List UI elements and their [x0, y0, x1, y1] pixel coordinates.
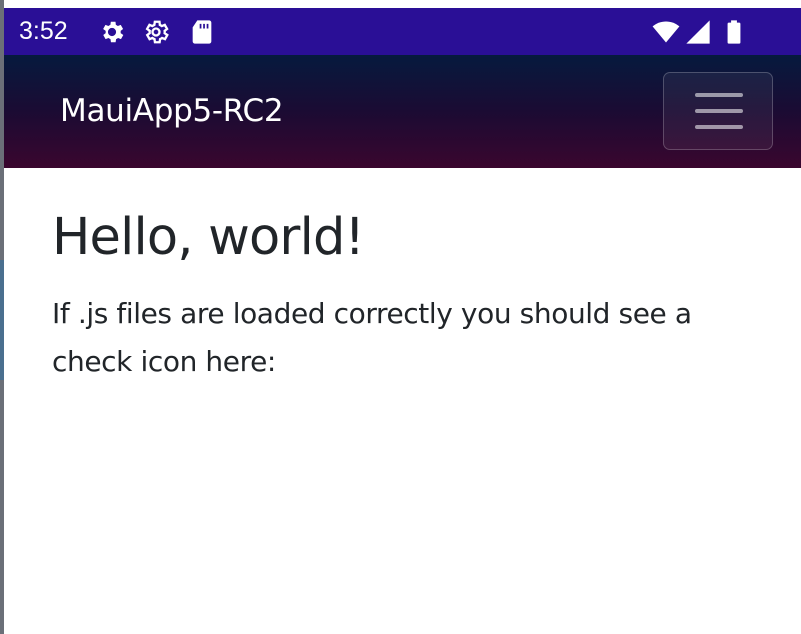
hamburger-menu-button[interactable]	[663, 72, 773, 150]
settings-outline-icon	[142, 18, 170, 46]
page-heading: Hello, world!	[52, 208, 365, 267]
sd-card-icon	[188, 18, 216, 46]
app-window: 3:52 MauiApp5-RC2 Hello, world! If .js f…	[0, 0, 801, 634]
gear-icon	[98, 18, 126, 46]
wifi-icon	[652, 18, 680, 46]
battery-icon	[720, 18, 748, 46]
status-time: 3:52	[19, 17, 68, 45]
page-paragraph: If .js files are loaded correctly you sh…	[52, 297, 692, 378]
status-bar: 3:52	[4, 8, 801, 55]
app-bar: MauiApp5-RC2	[4, 55, 801, 168]
signal-icon	[684, 18, 712, 46]
app-title[interactable]: MauiApp5-RC2	[60, 91, 284, 131]
